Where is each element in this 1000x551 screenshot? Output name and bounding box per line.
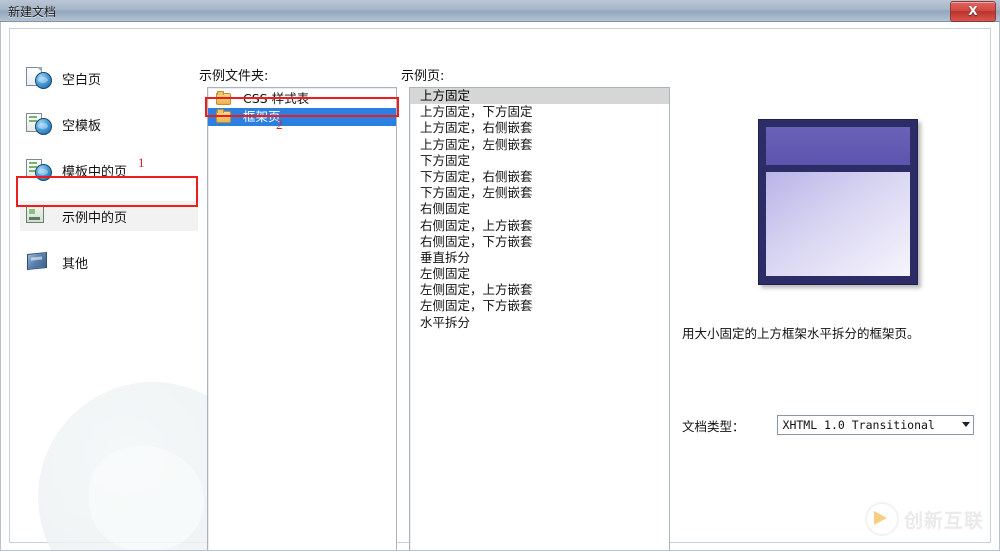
list-item-label: 左侧固定 xyxy=(420,266,471,282)
list-item[interactable]: 水平拆分 xyxy=(410,315,669,331)
list-item[interactable]: 左侧固定，下方嵌套 xyxy=(410,298,669,314)
list-item[interactable]: CSS 样式表 xyxy=(208,90,396,108)
close-icon: X xyxy=(968,4,978,18)
doctype-select[interactable]: XHTML 1.0 Transitional xyxy=(776,415,974,435)
close-button[interactable]: X xyxy=(950,1,996,22)
list-item[interactable]: 上方固定，左侧嵌套 xyxy=(410,137,669,153)
list-item[interactable]: 左侧固定 xyxy=(410,266,669,282)
list-item[interactable]: 右侧固定，上方嵌套 xyxy=(410,218,669,234)
page-from-sample-icon xyxy=(26,204,52,228)
page-from-template-icon xyxy=(26,158,52,182)
blank-template-icon xyxy=(26,112,52,136)
list-item-label: 水平拆分 xyxy=(420,314,471,330)
blank-page-icon xyxy=(26,66,52,90)
category-list: 空白页 空模板 模板中的页 示例中的页 其他 xyxy=(20,63,198,293)
sidebar-item-page-from-template[interactable]: 模板中的页 xyxy=(20,155,198,185)
sample-page-list[interactable]: 上方固定 上方固定，下方固定 上方固定，右侧嵌套 上方固定，左侧嵌套 下方固定 … xyxy=(409,87,670,550)
list-item-label: 上方固定 xyxy=(420,88,471,103)
preview-main-frame xyxy=(765,171,911,277)
sidebar-item-label: 模板中的页 xyxy=(62,164,128,180)
list-item[interactable]: 上方固定，下方固定 xyxy=(410,104,669,120)
chevron-down-icon[interactable] xyxy=(961,422,970,427)
folder-icon xyxy=(216,109,231,123)
list-item[interactable]: 上方固定 xyxy=(410,88,669,105)
list-item-label: 垂直拆分 xyxy=(420,249,471,265)
list-item-label: 右侧固定，上方嵌套 xyxy=(420,217,533,233)
folder-icon xyxy=(216,91,231,105)
other-icon xyxy=(26,250,52,274)
list-item-label: 右侧固定，下方嵌套 xyxy=(420,233,533,249)
sidebar-item-label: 其他 xyxy=(62,256,89,272)
list-item-label: 左侧固定，下方嵌套 xyxy=(420,298,533,314)
sidebar-item-blank-template[interactable]: 空模板 xyxy=(20,109,198,139)
window-titlebar: 新建文档 X xyxy=(0,0,1000,22)
list-item-label: 下方固定 xyxy=(420,152,471,168)
sidebar-item-label: 示例中的页 xyxy=(62,210,128,226)
layout-preview-thumbnail xyxy=(758,119,918,285)
list-item[interactable]: 下方固定，左侧嵌套 xyxy=(410,185,669,201)
list-item-label: 框架页 xyxy=(243,109,281,124)
dialog-inner-frame: 空白页 空模板 模板中的页 示例中的页 其他 1 示例文件夹: CSS 样式表 … xyxy=(9,28,991,550)
list-item[interactable]: 左侧固定，上方嵌套 xyxy=(410,282,669,298)
list-item-label: 下方固定，左侧嵌套 xyxy=(420,185,533,201)
list-item[interactable]: 框架页 xyxy=(208,108,396,126)
list-item[interactable]: 下方固定 xyxy=(410,153,669,169)
sidebar-item-page-from-sample[interactable]: 示例中的页 xyxy=(20,201,198,231)
preview-top-frame xyxy=(765,126,911,166)
list-item-label: 下方固定，右侧嵌套 xyxy=(420,168,533,184)
dialog-body: 空白页 空模板 模板中的页 示例中的页 其他 1 示例文件夹: CSS 样式表 … xyxy=(0,22,1000,551)
sample-folder-list[interactable]: CSS 样式表 框架页 xyxy=(207,87,397,550)
list-item[interactable]: 上方固定，右侧嵌套 xyxy=(410,120,669,136)
doctype-row: 文档类型： XHTML 1.0 Transitional xyxy=(682,415,992,435)
preview-description: 用大小固定的上方框架水平拆分的框架页。 xyxy=(682,326,920,341)
list-item-label: 右侧固定 xyxy=(420,201,471,217)
sidebar-item-label: 空模板 xyxy=(62,118,102,134)
list-item-label: 上方固定，下方固定 xyxy=(420,104,533,120)
list-item[interactable]: 下方固定，右侧嵌套 xyxy=(410,169,669,185)
list-item[interactable]: 右侧固定 xyxy=(410,201,669,217)
preview-panel: 用大小固定的上方框架水平拆分的框架页。 文档类型： XHTML 1.0 Tran… xyxy=(682,87,992,550)
list-item-label: 上方固定，左侧嵌套 xyxy=(420,136,533,152)
new-document-dialog: 新建文档 X 空白页 空模板 模板中的页 示例中的页 其他 1 示例文件夹: C… xyxy=(0,0,1000,551)
list-item[interactable]: 右侧固定，下方嵌套 xyxy=(410,234,669,250)
sample-page-header: 示例页: xyxy=(401,69,445,84)
list-item-label: 上方固定，右侧嵌套 xyxy=(420,120,533,136)
sidebar-item-blank-page[interactable]: 空白页 xyxy=(20,63,198,93)
window-title: 新建文档 xyxy=(8,5,57,19)
list-item[interactable]: 垂直拆分 xyxy=(410,250,669,266)
sidebar-item-other[interactable]: 其他 xyxy=(20,247,198,277)
sidebar-item-label: 空白页 xyxy=(62,72,102,88)
doctype-value: XHTML 1.0 Transitional xyxy=(782,418,935,432)
sample-folder-header: 示例文件夹: xyxy=(199,69,269,84)
list-item-label: CSS 样式表 xyxy=(243,91,310,106)
doctype-label: 文档类型： xyxy=(682,418,745,434)
list-item-label: 左侧固定，上方嵌套 xyxy=(420,282,533,298)
